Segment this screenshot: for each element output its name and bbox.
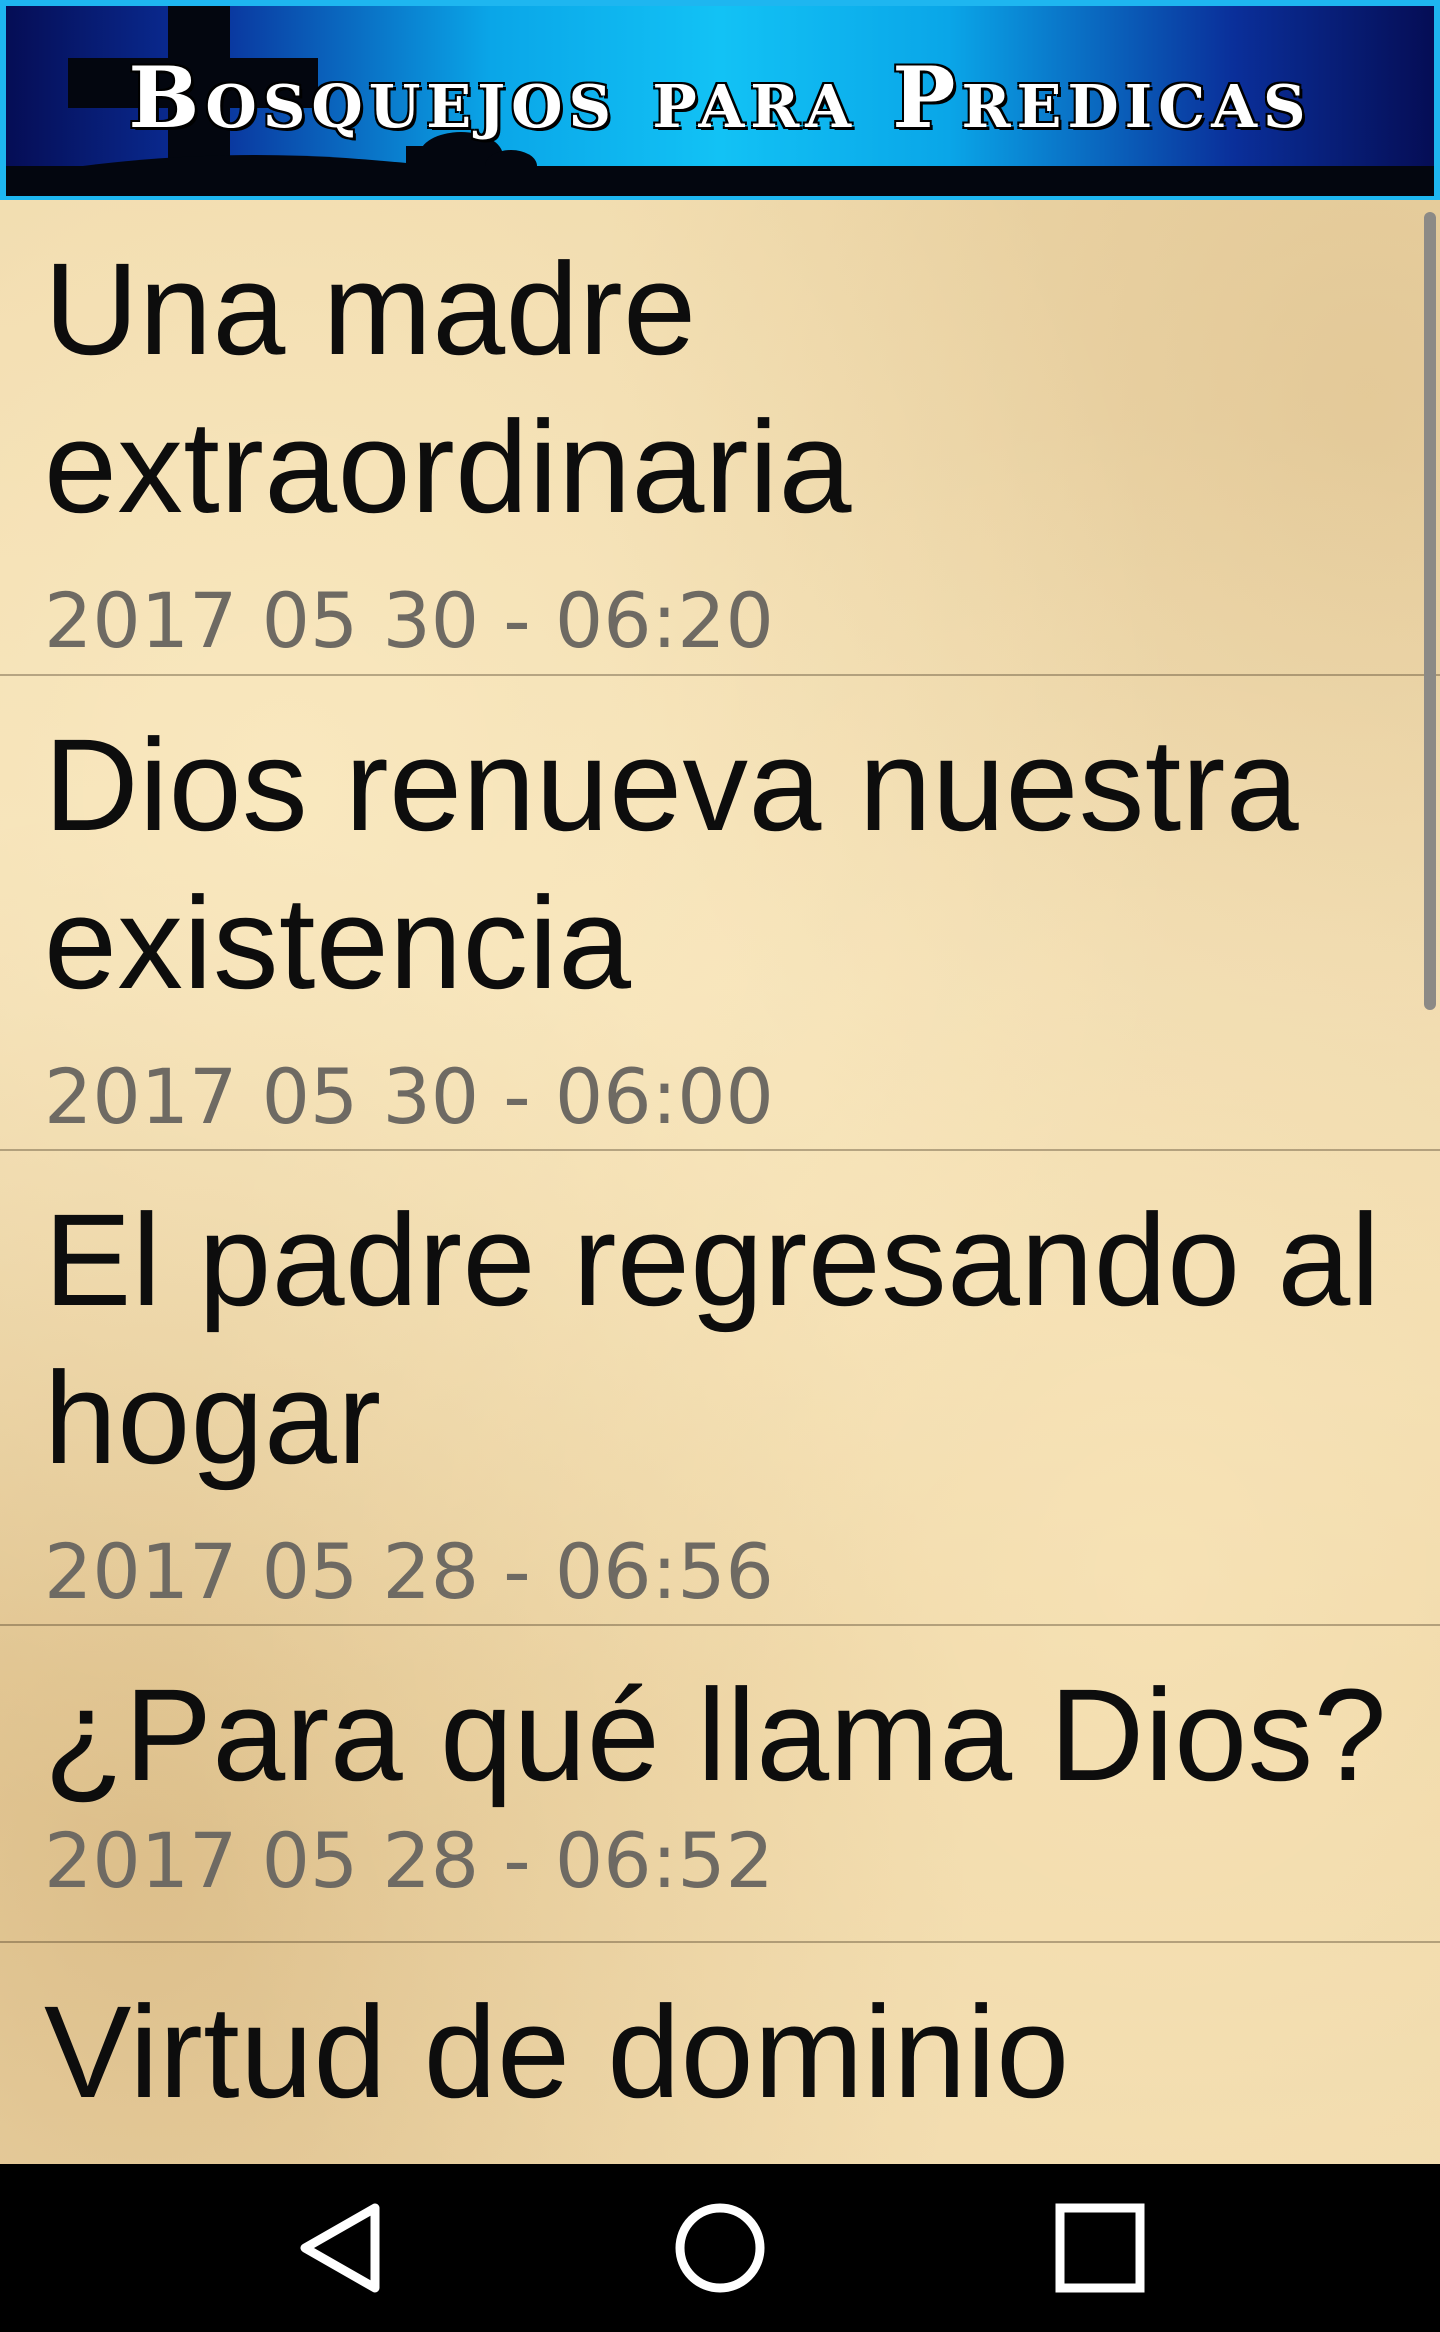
sermon-date: 2017 05 28 - 06:52 bbox=[44, 1816, 774, 1905]
sermon-title: Dios renueva nuestra existencia bbox=[44, 711, 1300, 1016]
sermon-title: Virtud de dominio bbox=[44, 1978, 1070, 2125]
app-screen: Bosquejos para Predicas Una madre extrao… bbox=[0, 0, 1440, 2332]
sermon-list-item[interactable]: Dios renueva nuestra existencia 2017 05 … bbox=[0, 676, 1440, 1151]
sermon-date: 2017 05 28 - 06:56 bbox=[44, 1527, 774, 1616]
sermon-list-item[interactable]: Una madre extraordinaria 2017 05 30 - 06… bbox=[0, 200, 1440, 676]
sermon-list-item[interactable]: El padre regresando al hogar 2017 05 28 … bbox=[0, 1151, 1440, 1626]
sermon-title: Una madre extraordinaria bbox=[44, 235, 852, 540]
sermon-list[interactable]: Una madre extraordinaria 2017 05 30 - 06… bbox=[0, 200, 1440, 2164]
header-ground bbox=[6, 166, 1434, 196]
home-circle-icon bbox=[675, 2203, 765, 2293]
app-title: Bosquejos para Predicas bbox=[128, 48, 1312, 147]
sermon-list-item[interactable]: Virtud de dominio bbox=[0, 1943, 1440, 2164]
list-scrollbar[interactable] bbox=[1424, 212, 1436, 1010]
sermon-date: 2017 05 30 - 06:00 bbox=[44, 1052, 774, 1141]
app-header-banner: Bosquejos para Predicas bbox=[0, 0, 1440, 200]
recents-button[interactable] bbox=[1000, 2164, 1200, 2332]
back-button[interactable] bbox=[240, 2164, 440, 2332]
sermon-title: El padre regresando al hogar bbox=[44, 1186, 1381, 1491]
sermon-title: ¿Para qué llama Dios? bbox=[44, 1661, 1387, 1808]
sermon-list-item[interactable]: ¿Para qué llama Dios? 2017 05 28 - 06:52 bbox=[0, 1626, 1440, 1943]
system-navigation-bar bbox=[0, 2164, 1440, 2332]
sermon-date: 2017 05 30 - 06:20 bbox=[44, 576, 774, 665]
back-triangle-icon bbox=[300, 2203, 380, 2293]
home-button[interactable] bbox=[620, 2164, 820, 2332]
recents-square-icon bbox=[1055, 2203, 1145, 2293]
